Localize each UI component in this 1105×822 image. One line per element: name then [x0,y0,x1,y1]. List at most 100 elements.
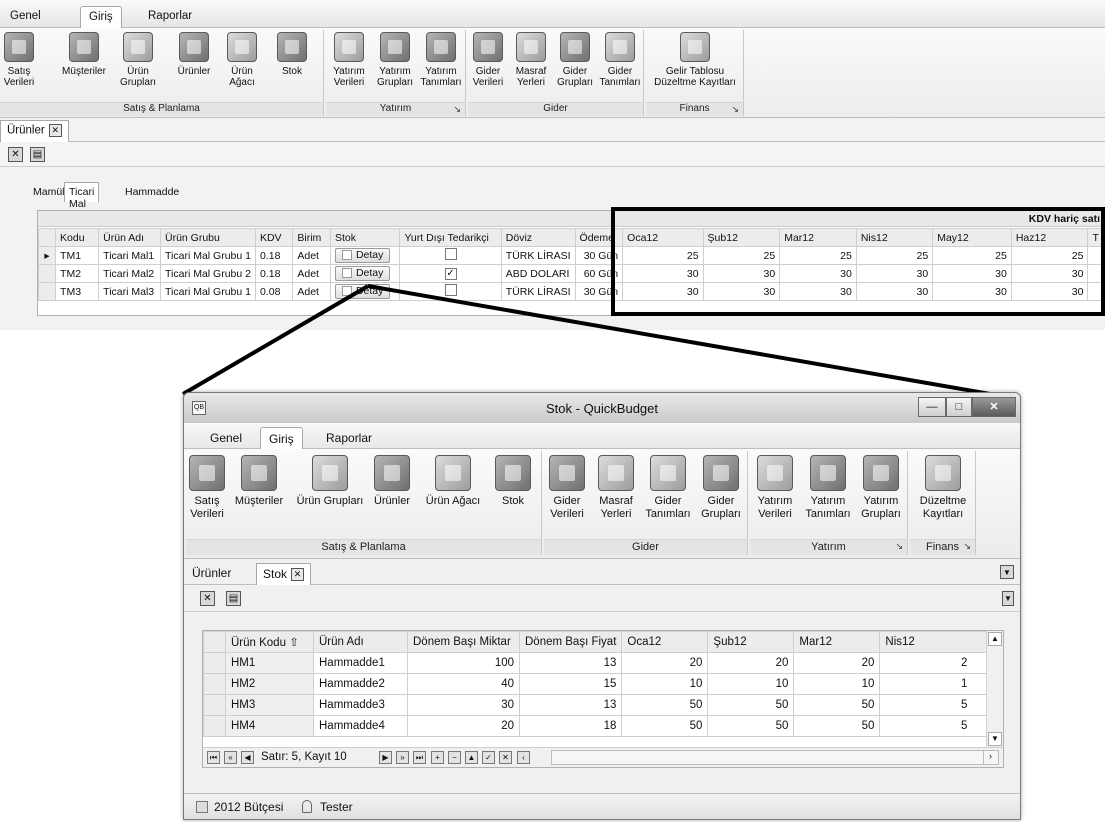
cell[interactable]: Adet [292,282,331,301]
cell[interactable]: 10 [707,673,795,695]
cell[interactable]: HM4 [225,715,314,737]
maximize-icon[interactable]: □ [946,397,972,417]
cell[interactable]: 0.18 [254,246,294,265]
satis-verileri-button[interactable]: Satış Verileri [186,451,228,521]
urun-agaci-button[interactable]: Ürün Ağacı [420,451,486,508]
column-header[interactable]: Yurt Dışı Tedarikçi [399,228,502,247]
cell[interactable]: 50 [621,694,709,716]
cell[interactable]: Ticari Mal2 [98,264,161,283]
cell[interactable]: HM1 [225,652,314,674]
tab-raporlar[interactable]: Raporlar [318,427,380,449]
yatirim-tanimlari-button[interactable]: Yatırım Tanımları [802,451,854,521]
cell[interactable]: Hammadde4 [313,715,408,737]
first-page-icon[interactable]: ⏮ [207,751,220,764]
close-icon[interactable]: ✕ [972,397,1016,417]
masraf-yerleri-button[interactable]: Masraf Yerleri [592,451,640,521]
cell[interactable]: 50 [621,715,709,737]
musteriler-button[interactable]: Müşteriler [232,451,286,508]
yatirim-gruplari-button[interactable]: Yatırım Grupları [856,451,906,521]
cell[interactable]: 30 [407,694,520,716]
column-header[interactable]: Nis12 [879,631,991,653]
doc-tab-urunler[interactable]: Ürünler ✕ [0,120,69,142]
save-icon[interactable]: ▤ [226,591,241,606]
tab-giris[interactable]: Giriş [80,6,122,28]
next-record-icon[interactable]: ▶ [379,751,392,764]
cell[interactable]: 40 [407,673,520,695]
cell[interactable]: Ticari Mal Grubu 1 [160,246,256,265]
close-icon[interactable]: ✕ [291,568,305,582]
edit-record-icon[interactable]: ▲ [465,751,478,764]
column-header[interactable]: Ürün Grubu [160,228,256,247]
satis-verileri-button[interactable]: Satış Verileri [0,30,38,88]
close-icon[interactable]: ✕ [48,124,62,137]
tab-giris[interactable]: Giriş [260,427,303,449]
gider-verileri-button[interactable]: Gider Verileri [544,451,590,521]
add-record-icon[interactable]: + [431,751,444,764]
foreign-supplier-checkbox[interactable] [444,248,457,260]
group-launcher-icon[interactable]: ↘ [731,104,739,115]
scroll-down-icon[interactable]: ▼ [988,732,1002,746]
gider-tanimlari-button[interactable]: Gider Tanımları [598,30,642,88]
scroll-right-icon[interactable]: › [983,751,997,764]
confirm-edit-icon[interactable]: ✓ [482,751,495,764]
cell[interactable]: 10 [621,673,709,695]
cell[interactable]: 18 [518,715,623,737]
urun-gruplari-button[interactable]: Ürün Grupları [290,451,370,508]
column-header[interactable]: KDV [254,228,294,247]
yatirim-gruplari-button[interactable]: Yatırım Grupları [372,30,418,88]
gider-tanimlari-button[interactable]: Gider Tanımları [642,451,694,521]
cell[interactable]: 15 [518,673,623,695]
group-launcher-icon[interactable]: ↘ [963,539,971,554]
last-page-icon[interactable]: ⏭ [413,751,426,764]
stok-button[interactable]: Stok [268,30,316,77]
cell[interactable]: TM3 [55,282,100,301]
toolbar-dropdown-icon[interactable]: ▼ [1002,591,1014,606]
cell[interactable]: 50 [793,715,881,737]
scroll-up-icon[interactable]: ▲ [988,632,1002,646]
duzeltme-kayitlari-button[interactable]: Düzeltme Kayıtları [914,451,972,521]
cell[interactable]: HM3 [225,694,314,716]
detay-button[interactable]: Detay [334,248,391,263]
column-header[interactable]: Dönem Başı Fiyat [518,631,623,653]
foreign-supplier-checkbox[interactable]: ✓ [444,268,457,280]
previous-record-icon[interactable]: ◀ [241,751,254,764]
close-icon[interactable]: ✕ [8,147,23,162]
detay-button[interactable]: Detay [334,284,391,299]
cell[interactable]: Ticari Mal3 [98,282,161,301]
column-header[interactable]: Oca12 [621,631,709,653]
gider-gruplari-button[interactable]: Gider Grupları [554,30,596,88]
cell[interactable]: 1 [879,673,991,695]
tab-ticari-mal[interactable]: Ticari Mal [64,182,100,210]
table-row[interactable]: HM4 Hammadde4 20 18 50 50 50 5 [203,715,991,737]
cell[interactable]: 0.18 [254,264,294,283]
gider-verileri-button[interactable]: Gider Verileri [468,30,508,88]
column-header[interactable]: Kodu [55,228,100,247]
table-row[interactable]: HM1 Hammadde1 100 13 20 20 20 2 [203,652,991,674]
cell[interactable]: TÜRK LİRASI [500,282,576,301]
tab-raporlar[interactable]: Raporlar [140,6,200,28]
save-icon[interactable]: ▤ [30,147,45,162]
group-launcher-icon[interactable]: ↘ [895,539,903,554]
yatirim-verileri-button[interactable]: Yatırım Verileri [750,451,800,521]
cell[interactable]: 50 [707,715,795,737]
column-header[interactable]: Dönem Başı Miktar [407,631,520,653]
table-row[interactable]: HM3 Hammadde3 30 13 50 50 50 5 [203,694,991,716]
cell[interactable]: 20 [793,652,881,674]
detay-button[interactable]: Detay [334,266,391,281]
cell[interactable]: HM2 [225,673,314,695]
cell[interactable]: Ticari Mal Grubu 1 [160,282,256,301]
doc-tab-urunler[interactable]: Ürünler [186,563,237,585]
cancel-edit-icon[interactable]: ✕ [499,751,512,764]
cell[interactable]: 13 [518,652,623,674]
cell[interactable]: 5 [879,694,991,716]
urunler-button[interactable]: Ürünler [170,30,218,77]
cell[interactable]: 2 [879,652,991,674]
cell[interactable]: Ticari Mal1 [98,246,161,265]
window-titlebar[interactable]: QB Stok - QuickBudget — □ ✕ [184,393,1020,423]
cell[interactable]: Ticari Mal Grubu 2 [160,264,256,283]
next-page-icon[interactable]: » [396,751,409,764]
yatirim-tanimlari-button[interactable]: Yatırım Tanımları [418,30,464,88]
doc-tab-stok[interactable]: Stok ✕ [256,563,312,585]
cell[interactable]: Hammadde3 [313,694,408,716]
cell[interactable]: TÜRK LİRASI [500,246,576,265]
